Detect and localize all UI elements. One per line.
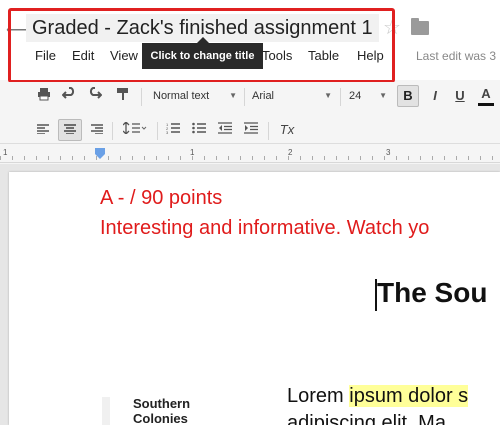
menu-help[interactable]: Help xyxy=(357,46,384,66)
align-right-icon[interactable] xyxy=(88,120,106,140)
numbered-list-icon[interactable]: 123 xyxy=(164,120,182,140)
style-dropdown[interactable]: Normal text ▼ xyxy=(150,86,240,106)
star-icon[interactable]: ☆ xyxy=(383,16,401,40)
align-center-icon[interactable] xyxy=(58,119,82,141)
menu-tools[interactable]: Tools xyxy=(262,46,292,66)
side-image-caption: Southern Colonies xyxy=(133,396,190,425)
folder-icon[interactable] xyxy=(411,18,429,35)
increase-indent-icon[interactable] xyxy=(242,120,260,140)
menu-file[interactable]: File xyxy=(35,46,56,66)
highlighted-text: ipsum dolor s xyxy=(349,385,469,407)
italic-icon[interactable]: I xyxy=(427,86,443,106)
side-caption-line2: Colonies xyxy=(133,411,188,425)
style-dropdown-value: Normal text xyxy=(153,90,210,102)
side-image xyxy=(102,397,110,425)
chevron-down-icon: ▼ xyxy=(229,91,237,100)
toolbar-separator xyxy=(340,88,341,106)
formatting-toolbar: Normal text ▼ Arial ▼ 24 ▼ B I U A xyxy=(0,82,500,112)
body-paragraph-line2[interactable]: adipiscing elit. Ma xyxy=(287,412,446,425)
last-edit-status[interactable]: Last edit was 3 xyxy=(416,49,496,63)
text-color-icon[interactable]: A xyxy=(478,85,494,106)
line-spacing-icon[interactable] xyxy=(120,120,150,140)
print-icon[interactable] xyxy=(35,87,53,107)
feedback-comment[interactable]: Interesting and informative. Watch yo xyxy=(100,217,429,240)
chevron-down-icon: ▼ xyxy=(324,91,332,100)
menu-table[interactable]: Table xyxy=(308,46,339,66)
font-dropdown[interactable]: Arial ▼ xyxy=(249,86,335,106)
bulleted-list-icon[interactable] xyxy=(190,120,208,140)
document-page[interactable]: A - / 90 points Interesting and informat… xyxy=(9,172,500,425)
svg-text:3: 3 xyxy=(166,130,169,134)
ruler-number: 1 xyxy=(3,148,8,157)
toolbar-separator xyxy=(157,122,158,140)
document-canvas: A - / 90 points Interesting and informat… xyxy=(0,164,500,425)
redo-icon[interactable] xyxy=(86,87,104,107)
paragraph-toolbar: 123 Tx xyxy=(0,116,500,144)
body-paragraph[interactable]: Lorem ipsum dolor s xyxy=(287,385,469,408)
underline-icon[interactable]: U xyxy=(452,86,468,106)
side-caption-line1: Southern xyxy=(133,396,191,411)
decrease-indent-icon[interactable] xyxy=(216,120,234,140)
toolbar-separator xyxy=(244,88,245,106)
toolbar-separator xyxy=(112,122,113,140)
ruler-number: 2 xyxy=(288,148,293,157)
font-dropdown-value: Arial xyxy=(252,90,275,102)
menu-view[interactable]: View xyxy=(110,46,138,66)
font-size-value: 24 xyxy=(349,90,362,102)
ruler-number: 1 xyxy=(190,148,195,157)
menu-edit[interactable]: Edit xyxy=(72,46,94,66)
chevron-down-icon: ▼ xyxy=(379,91,387,100)
left-indent-marker[interactable] xyxy=(95,154,105,159)
toolbar-separator xyxy=(268,122,269,140)
toolbar-separator xyxy=(141,88,142,106)
ruler-number: 3 xyxy=(386,148,391,157)
ruler-scale xyxy=(0,156,500,160)
undo-icon[interactable] xyxy=(60,87,78,107)
ruler[interactable]: 1 1 2 3 xyxy=(0,147,500,163)
bold-icon[interactable]: B xyxy=(397,85,419,107)
font-size-dropdown[interactable]: 24 ▼ xyxy=(346,86,390,106)
align-left-icon[interactable] xyxy=(34,120,52,140)
document-heading[interactable]: The Sou xyxy=(377,277,487,309)
change-title-tooltip: Click to change title xyxy=(142,37,263,69)
paint-format-icon[interactable] xyxy=(114,87,132,107)
body-text-start: Lorem xyxy=(287,385,350,407)
clear-formatting-icon[interactable]: Tx xyxy=(276,120,298,140)
grade-comment[interactable]: A - / 90 points xyxy=(100,187,222,210)
